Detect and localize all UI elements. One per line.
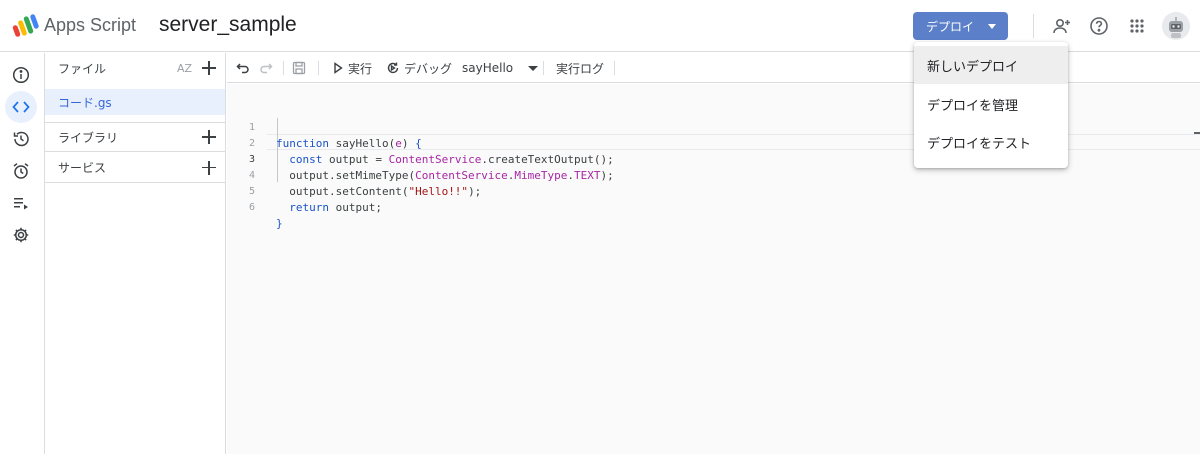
deploy-button-label: デプロイ — [926, 19, 975, 34]
menu-item-label: 新しいデプロイ — [927, 59, 1019, 75]
redo-icon[interactable] — [259, 53, 273, 83]
code-line: 5 return output; — [227, 168, 827, 214]
gear-icon[interactable] — [9, 223, 33, 247]
function-name: sayHello — [462, 61, 514, 75]
deploy-menu: 新しいデプロイ デプロイを管理 デプロイをテスト — [914, 42, 1068, 168]
overview-ruler-mark — [1194, 132, 1200, 134]
toolbar-divider — [614, 61, 615, 75]
app-name: Apps Script — [44, 15, 137, 35]
services-row[interactable]: サービス — [45, 153, 226, 183]
files-label: ファイル — [58, 61, 107, 76]
toolbar-divider — [283, 61, 284, 75]
alarm-icon[interactable] — [9, 159, 33, 183]
menu-item-test-deploy[interactable]: デプロイをテスト — [914, 123, 1068, 161]
help-icon[interactable] — [1087, 14, 1111, 38]
debug-button[interactable]: デバッグ — [386, 53, 452, 83]
line-number: 6 — [248, 202, 255, 213]
execution-log-button[interactable]: 実行ログ — [556, 53, 604, 83]
libraries-row[interactable]: ライブラリ — [45, 122, 226, 152]
files-header: ファイル AZ — [45, 53, 226, 83]
code-line: 6 } — [227, 184, 827, 230]
caret-down-icon — [528, 65, 539, 71]
toolbar-divider — [318, 61, 319, 75]
code-line: 4 output.setContent("Hello!!"); — [227, 152, 827, 198]
avatar[interactable] — [1162, 12, 1190, 40]
menu-item-manage-deploy[interactable]: デプロイを管理 — [914, 85, 1068, 123]
execution-log-label: 実行ログ — [556, 61, 605, 76]
menu-item-label: デプロイを管理 — [927, 98, 1019, 114]
libraries-label: ライブラリ — [58, 130, 119, 145]
services-label: サービス — [58, 161, 107, 175]
run-label: 実行 — [348, 61, 373, 76]
apps-grid-icon[interactable] — [1125, 14, 1149, 38]
project-name[interactable]: server_sample — [159, 13, 297, 37]
caret-down-icon — [988, 24, 996, 29]
history-icon[interactable] — [9, 127, 33, 151]
run-button[interactable]: 実行 — [333, 53, 372, 83]
file-item-code-gs[interactable]: コード.gs — [45, 89, 225, 115]
code-line: 1 function sayHello(e) { — [227, 104, 827, 150]
executions-icon[interactable] — [9, 191, 33, 215]
info-icon[interactable] — [9, 63, 33, 87]
code-icon[interactable] — [5, 91, 37, 123]
apps-script-logo-icon[interactable] — [12, 13, 40, 39]
files-panel: ファイル AZ コード.gs ライブラリ サービス — [45, 53, 226, 454]
file-name: コード.gs — [58, 95, 112, 110]
function-select[interactable]: sayHello — [462, 53, 539, 83]
add-service-icon[interactable] — [202, 160, 216, 175]
toolbar-divider — [543, 61, 544, 75]
code-line: 3 output.setMimeType(ContentService.Mime… — [227, 136, 827, 182]
code-line: 2 const output = ContentService.createTe… — [227, 120, 827, 166]
add-user-icon[interactable] — [1050, 14, 1074, 38]
add-file-icon[interactable] — [202, 61, 216, 75]
play-icon — [334, 62, 343, 74]
header-divider — [1033, 14, 1034, 38]
menu-item-new-deploy[interactable]: 新しいデプロイ — [914, 46, 1068, 84]
sort-az-icon[interactable]: AZ — [177, 62, 192, 75]
undo-icon[interactable] — [236, 53, 250, 83]
deploy-button[interactable]: デプロイ — [913, 12, 1008, 40]
debug-label: デバッグ — [404, 61, 453, 76]
debug-icon — [387, 62, 399, 74]
save-icon[interactable] — [292, 53, 306, 83]
left-rail — [0, 53, 45, 454]
add-library-icon[interactable] — [202, 130, 216, 144]
menu-item-label: デプロイをテスト — [927, 136, 1032, 152]
